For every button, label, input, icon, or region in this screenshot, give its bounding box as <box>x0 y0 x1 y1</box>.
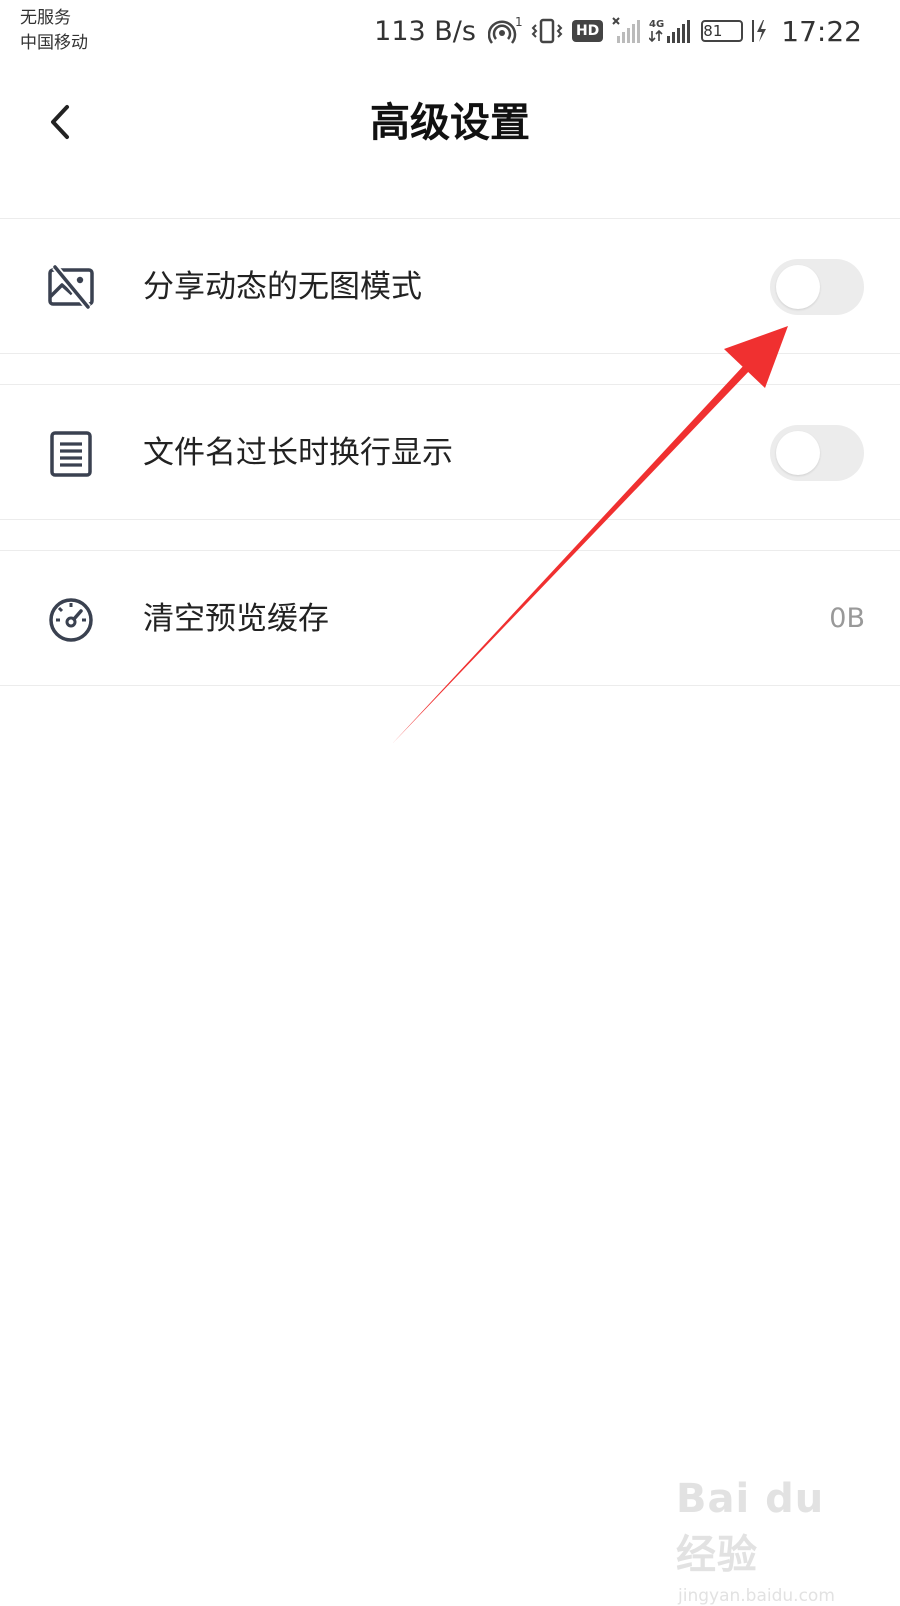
cache-size-value: 0B <box>829 603 865 634</box>
document-icon <box>46 429 96 479</box>
hd-icon: HD <box>571 20 604 42</box>
speedometer-icon <box>46 595 96 645</box>
status-bar: 无服务 中国移动 113 B/s 1 HD 4G 81 17:22 <box>0 0 900 62</box>
page-title: 高级设置 <box>370 100 530 146</box>
chevron-left-icon <box>51 105 69 139</box>
watermark-url: jingyan.baidu.com <box>678 1586 835 1606</box>
setting-label-wrap-filename: 文件名过长时换行显示 <box>143 435 453 471</box>
setting-label-no-image-mode: 分享动态的无图模式 <box>143 269 422 305</box>
settings-list: 分享动态的无图模式 文件名过长时换行显示 清空预览缓存 0B <box>0 218 900 686</box>
setting-label-clear-cache: 清空预览缓存 <box>143 601 329 637</box>
back-button[interactable] <box>30 92 90 152</box>
watermark: Bai du 经验 jingyan.baidu.com <box>676 1476 856 1606</box>
battery-icon: 81 <box>701 20 744 42</box>
network-speed: 113 B/s <box>374 15 476 47</box>
hotspot-icon: 1 <box>487 16 522 46</box>
app-header: 高级设置 <box>0 62 900 184</box>
charging-icon <box>751 16 769 46</box>
carrier-line-1: 无服务 <box>20 8 71 28</box>
vibrate-icon <box>530 16 564 46</box>
no-signal-icon <box>611 16 641 46</box>
signal-4g-icon: 4G <box>649 16 693 46</box>
no-image-mode-toggle[interactable] <box>770 259 864 315</box>
hotspot-count: 1 <box>515 16 522 29</box>
toggle-knob <box>776 431 820 475</box>
network-type: 4G <box>649 19 664 30</box>
status-indicators: 113 B/s 1 HD 4G 81 17:22 <box>374 10 862 52</box>
status-clock: 17:22 <box>781 14 862 48</box>
setting-row-wrap-filename[interactable]: 文件名过长时换行显示 <box>0 384 900 520</box>
no-image-icon <box>46 263 96 313</box>
wrap-filename-toggle[interactable] <box>770 425 864 481</box>
carrier-line-2: 中国移动 <box>20 33 88 53</box>
toggle-knob <box>776 265 820 309</box>
carrier-info: 无服务 中国移动 <box>20 6 88 56</box>
watermark-logo: Bai du 经验 <box>676 1476 825 1578</box>
setting-row-no-image-mode[interactable]: 分享动态的无图模式 <box>0 218 900 354</box>
setting-row-clear-cache[interactable]: 清空预览缓存 0B <box>0 550 900 686</box>
